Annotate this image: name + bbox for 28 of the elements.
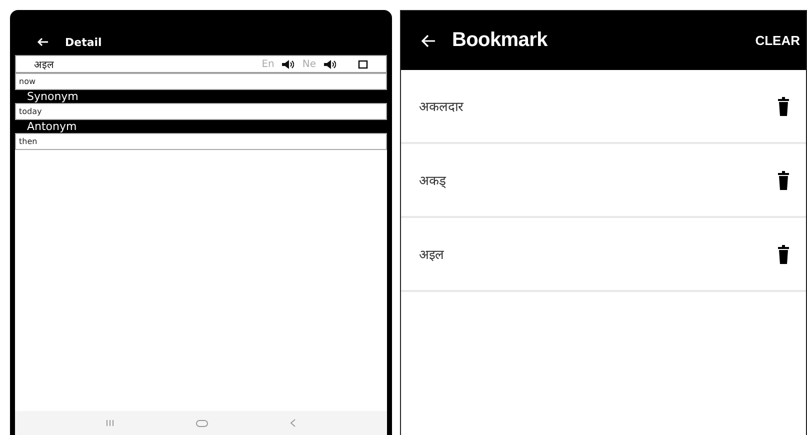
- trash-icon[interactable]: [778, 96, 789, 116]
- trash-icon[interactable]: [778, 170, 789, 190]
- screen-title: Bookmark: [452, 29, 548, 52]
- word-text: अकलदार: [419, 99, 463, 115]
- section-heading: Synonym: [15, 90, 387, 103]
- word-text: अइल: [34, 59, 54, 71]
- back-arrow-icon[interactable]: [37, 37, 49, 47]
- language-label: Ne: [302, 58, 316, 70]
- bookmark-item[interactable]: अकलदार: [401, 70, 806, 144]
- recent-apps-icon[interactable]: [106, 420, 114, 426]
- section-heading: Antonym: [15, 120, 387, 133]
- bookmark-item[interactable]: अकड्: [401, 144, 806, 218]
- clear-button[interactable]: CLEAR: [753, 31, 802, 50]
- back-arrow-icon[interactable]: [421, 34, 436, 48]
- section-text: then: [15, 133, 387, 150]
- word-text: अइल: [419, 247, 444, 263]
- trash-icon[interactable]: [778, 244, 789, 264]
- screen-title: Detail: [65, 36, 102, 49]
- meaning-text: now: [15, 73, 387, 90]
- bookmark-item[interactable]: अइल: [401, 218, 806, 292]
- word-text: अकड्: [419, 173, 446, 189]
- section-text: today: [15, 103, 387, 120]
- speaker-icon[interactable]: [282, 60, 294, 68]
- bookmark-icon[interactable]: [358, 60, 368, 68]
- back-icon[interactable]: [290, 419, 296, 427]
- language-label: En: [262, 58, 274, 70]
- speaker-icon[interactable]: [324, 60, 336, 68]
- home-icon[interactable]: [196, 420, 208, 426]
